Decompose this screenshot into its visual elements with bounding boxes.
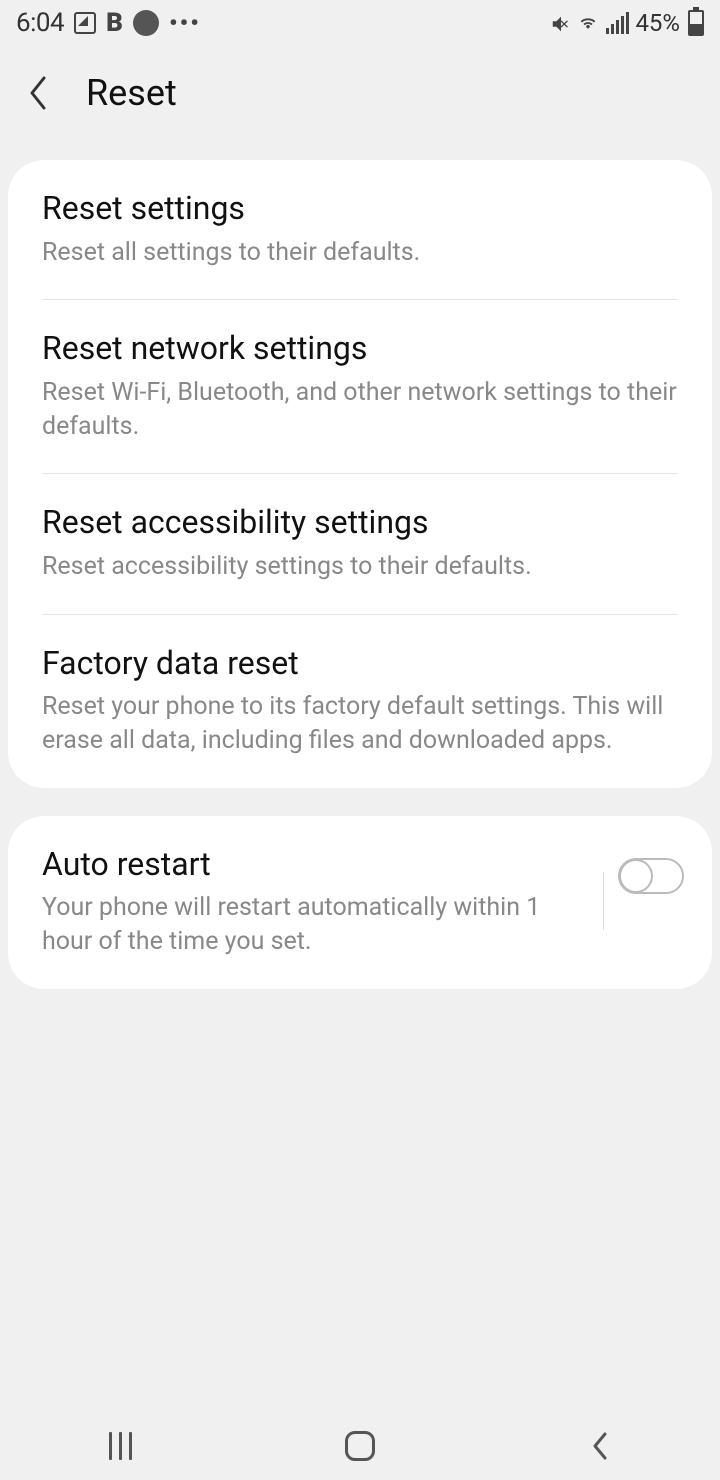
- chevron-left-icon: [26, 74, 50, 112]
- image-notification-icon: [74, 12, 96, 34]
- factory-data-reset-item[interactable]: Factory data reset Reset your phone to i…: [8, 615, 712, 788]
- wifi-icon: [576, 12, 600, 34]
- item-title: Factory data reset: [42, 643, 678, 685]
- auto-restart-card: Auto restart Your phone will restart aut…: [8, 816, 712, 989]
- reset-accessibility-settings-item[interactable]: Reset accessibility settings Reset acces…: [8, 474, 712, 613]
- more-notifications-icon: •••: [169, 9, 201, 37]
- item-desc: Your phone will restart automatically wi…: [42, 891, 587, 959]
- item-desc: Reset all settings to their defaults.: [42, 236, 678, 270]
- home-button[interactable]: [342, 1428, 378, 1464]
- vertical-divider: [603, 872, 604, 930]
- item-title: Auto restart: [42, 844, 587, 886]
- nav-back-button[interactable]: [582, 1428, 618, 1464]
- chevron-left-icon: [590, 1430, 610, 1462]
- app-notification-icon: [133, 10, 159, 36]
- recents-icon: [109, 1432, 132, 1460]
- back-button[interactable]: [18, 73, 58, 113]
- reset-settings-item[interactable]: Reset settings Reset all settings to the…: [8, 160, 712, 299]
- battery-icon: [688, 10, 704, 36]
- battery-percent: 45%: [635, 9, 680, 37]
- page-title: Reset: [86, 72, 177, 114]
- item-title: Reset network settings: [42, 328, 678, 370]
- signal-icon: [606, 12, 629, 34]
- page-header: Reset: [0, 46, 720, 140]
- reset-options-card: Reset settings Reset all settings to the…: [8, 160, 712, 788]
- home-icon: [345, 1431, 375, 1461]
- reset-network-settings-item[interactable]: Reset network settings Reset Wi-Fi, Blue…: [8, 300, 712, 473]
- item-desc: Reset Wi-Fi, Bluetooth, and other networ…: [42, 376, 678, 444]
- item-title: Reset accessibility settings: [42, 502, 678, 544]
- status-time: 6:04: [16, 8, 64, 38]
- auto-restart-toggle[interactable]: [618, 858, 684, 894]
- auto-restart-item[interactable]: Auto restart Your phone will restart aut…: [8, 816, 712, 989]
- app-b-notification-icon: B: [106, 8, 123, 38]
- mute-vibrate-icon: [550, 13, 570, 33]
- item-desc: Reset your phone to its factory default …: [42, 690, 678, 758]
- recents-button[interactable]: [102, 1428, 138, 1464]
- navigation-bar: [0, 1412, 720, 1480]
- item-title: Reset settings: [42, 188, 678, 230]
- item-desc: Reset accessibility settings to their de…: [42, 550, 678, 584]
- status-bar: 6:04 B ••• 45%: [0, 0, 720, 46]
